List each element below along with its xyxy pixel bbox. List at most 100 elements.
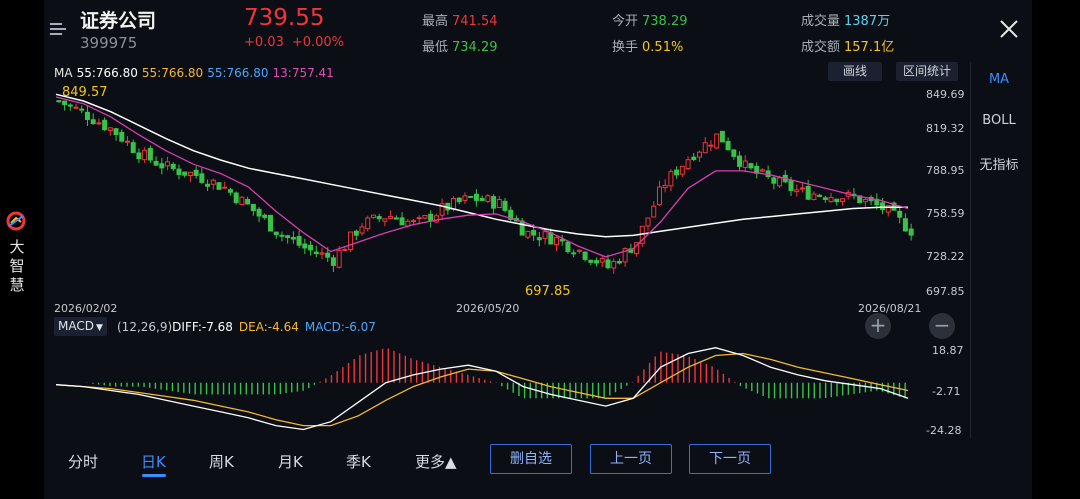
tab-intraday[interactable]: 分时 xyxy=(68,451,98,472)
candle-body xyxy=(834,198,840,203)
macd-params: (12,26,9) xyxy=(117,320,173,334)
candle-body xyxy=(348,231,354,250)
candle-body xyxy=(147,147,153,161)
candle-body xyxy=(531,229,537,236)
candle-body xyxy=(416,217,422,220)
candle-body xyxy=(685,159,691,170)
dzh-logo-icon xyxy=(6,211,26,231)
candle-body xyxy=(187,171,193,177)
candle-body xyxy=(491,196,497,209)
kline-chart[interactable] xyxy=(54,82,914,298)
indicator-select[interactable]: MACD ▼ xyxy=(54,317,107,336)
candle-body xyxy=(588,259,594,263)
candle-body xyxy=(136,152,142,160)
side-tab-no-indicator[interactable]: 无指标 xyxy=(971,154,1027,173)
candle-body xyxy=(748,163,754,169)
turnover-label: 换手 xyxy=(612,40,639,55)
change-value: +0.03 xyxy=(244,35,284,50)
candle-body xyxy=(119,131,125,142)
candle-body xyxy=(365,217,371,230)
candle-body xyxy=(536,237,542,241)
turnover-stat: 换手 0.51% xyxy=(612,36,683,55)
candle-body xyxy=(153,160,159,166)
candle-body xyxy=(227,189,233,193)
candle-body xyxy=(124,140,131,143)
price-tick-1: 819.32 xyxy=(926,122,965,135)
volume-stat: 成交量 1387万 xyxy=(801,10,890,29)
macd-legend: (12,26,9)DIFF:-7.68 DEA:-4.64 MACD:-6.07 xyxy=(117,320,382,334)
candle-body xyxy=(222,186,228,189)
tab-quarterly-k[interactable]: 季K xyxy=(346,451,371,472)
candle-body xyxy=(62,100,68,106)
candle-body xyxy=(902,218,908,232)
ma-long-line xyxy=(55,93,908,238)
candle-body xyxy=(777,177,783,187)
remove-watchlist-button[interactable]: 删自选 xyxy=(490,444,572,474)
draw-line-button[interactable]: 画线 xyxy=(828,62,882,81)
next-page-button[interactable]: 下一页 xyxy=(689,444,771,474)
high-stat: 最高 741.54 xyxy=(422,10,498,29)
candle-body xyxy=(302,243,308,249)
macd-tick-0: 18.87 xyxy=(932,344,964,357)
candle-body xyxy=(84,111,90,120)
high-value: 741.54 xyxy=(452,14,498,29)
candle-body xyxy=(359,226,365,234)
ma-short-line xyxy=(55,96,909,258)
ma-legend: MA 55:766.80 55:766.80 55:766.80 13:757.41 xyxy=(54,66,338,80)
candle-body xyxy=(456,197,462,203)
candle-body xyxy=(102,119,108,131)
candle-body xyxy=(250,203,256,212)
ma-pink-value: 13:757.41 xyxy=(272,66,334,80)
candle-body xyxy=(199,173,205,183)
tab-monthly-k[interactable]: 月K xyxy=(278,451,303,472)
candle-body xyxy=(542,231,548,239)
candle-body xyxy=(336,250,342,268)
high-label: 最高 xyxy=(422,14,449,29)
candle-body xyxy=(267,214,274,232)
candle-body xyxy=(273,231,279,236)
side-tab-ma[interactable]: MA xyxy=(971,72,1027,87)
kline-panel: 证券公司 399975 739.55 +0.03 +0.00% 最高 741.54 … xyxy=(44,0,1032,499)
candle-body xyxy=(193,169,199,176)
prev-page-button[interactable]: 上一页 xyxy=(590,444,672,474)
candle-body xyxy=(828,196,834,203)
open-stat: 今开 738.29 xyxy=(612,10,688,29)
candle-body xyxy=(113,128,119,136)
indicator-side-tabs: MA BOLL 无指标 xyxy=(970,62,1026,438)
close-icon[interactable] xyxy=(998,18,1020,40)
menu-icon[interactable] xyxy=(50,22,66,36)
candle-body xyxy=(908,228,914,236)
candle-body xyxy=(313,251,319,255)
zoom-in-button[interactable]: + xyxy=(865,313,891,339)
low-label: 最低 xyxy=(422,40,449,55)
candle-body xyxy=(107,127,113,132)
brand-text: 大智慧 xyxy=(9,238,25,294)
candle-body xyxy=(216,182,222,190)
candle-body xyxy=(599,258,605,263)
range-stats-button[interactable]: 区间统计 xyxy=(896,62,958,81)
tab-daily-k[interactable]: 日K xyxy=(141,451,166,472)
price-tick-5: 697.85 xyxy=(926,285,965,298)
zoom-out-button[interactable]: − xyxy=(929,313,955,339)
candle-body xyxy=(502,200,508,211)
candle-body xyxy=(742,160,748,168)
candle-body xyxy=(165,161,171,167)
open-label: 今开 xyxy=(612,14,639,29)
candle-body xyxy=(668,171,674,187)
candle-body xyxy=(496,198,502,209)
candle-body xyxy=(176,168,182,176)
candle-body xyxy=(805,185,811,200)
tab-more[interactable]: 更多▲ xyxy=(415,451,457,472)
price-tick-4: 728.22 xyxy=(926,250,965,263)
macd-chart[interactable] xyxy=(54,340,914,436)
candle-body xyxy=(342,249,348,252)
dropdown-arrow-icon: ▼ xyxy=(95,323,103,333)
candle-body xyxy=(245,198,251,205)
candle-body xyxy=(399,217,405,226)
side-tab-boll[interactable]: BOLL xyxy=(971,113,1027,128)
candle-body xyxy=(205,183,211,187)
volume-value: 1387万 xyxy=(844,14,891,29)
macd-tick-2: -24.28 xyxy=(926,424,962,437)
date-end: 2026/08/21 xyxy=(858,302,922,315)
tab-weekly-k[interactable]: 周K xyxy=(209,451,234,472)
